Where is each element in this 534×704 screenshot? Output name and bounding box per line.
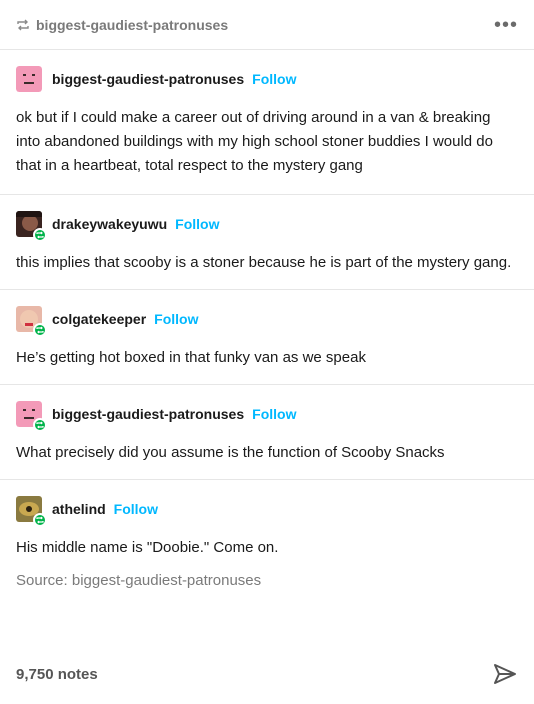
reblog-entry: athelind Follow His middle name is "Doob…: [0, 480, 534, 566]
post-footer: 9,750 notes: [0, 644, 534, 704]
reblog-badge-icon: [33, 513, 47, 527]
entry-header: athelind Follow: [16, 480, 518, 527]
follow-button[interactable]: Follow: [114, 501, 158, 517]
avatar[interactable]: [16, 211, 47, 242]
entry-text: this implies that scooby is a stoner bec…: [16, 254, 512, 271]
avatar[interactable]: [16, 306, 47, 337]
reblog-badge-icon: [33, 323, 47, 337]
entry-header: biggest-gaudiest-patronuses Follow: [16, 50, 518, 92]
avatar[interactable]: [16, 496, 47, 527]
follow-button[interactable]: Follow: [175, 216, 219, 232]
entry-text: He’s getting hot boxed in that funky van…: [16, 349, 366, 366]
username[interactable]: biggest-gaudiest-patronuses: [52, 71, 244, 87]
entry-text: ok but if I could make a career out of d…: [16, 109, 493, 174]
entry-header: drakeywakeyuwu Follow: [16, 195, 518, 242]
post-header: biggest-gaudiest-patronuses •••: [0, 0, 534, 50]
follow-button[interactable]: Follow: [252, 406, 296, 422]
avatar[interactable]: [16, 401, 47, 432]
follow-button[interactable]: Follow: [154, 311, 198, 327]
reblog-icon: [16, 18, 30, 32]
reblog-entry: drakeywakeyuwu Follow this implies that …: [0, 195, 534, 290]
notes-count[interactable]: 9,750 notes: [16, 666, 98, 683]
more-options-button[interactable]: •••: [494, 15, 518, 35]
entry-text: What precisely did you assume is the fun…: [16, 444, 445, 461]
tumblr-post: biggest-gaudiest-patronuses ••• biggest-…: [0, 0, 534, 704]
reblog-entry: colgatekeeper Follow He’s getting hot bo…: [0, 290, 534, 385]
entry-text: His middle name is "Doobie." Come on.: [16, 539, 279, 556]
pink-face-avatar-icon: [16, 66, 42, 92]
share-icon[interactable]: [492, 661, 518, 687]
reblog-badge-icon: [33, 228, 47, 242]
avatar[interactable]: [16, 66, 42, 92]
reblog-entry: biggest-gaudiest-patronuses Follow ok bu…: [0, 50, 534, 195]
reblog-entry: biggest-gaudiest-patronuses Follow What …: [0, 385, 534, 480]
follow-button[interactable]: Follow: [252, 71, 296, 87]
username[interactable]: colgatekeeper: [52, 311, 146, 327]
reblogged-from-link[interactable]: biggest-gaudiest-patronuses: [36, 17, 228, 33]
entry-header: colgatekeeper Follow: [16, 290, 518, 337]
username[interactable]: drakeywakeyuwu: [52, 216, 167, 232]
reblog-badge-icon: [33, 418, 47, 432]
entry-header: biggest-gaudiest-patronuses Follow: [16, 385, 518, 432]
username[interactable]: athelind: [52, 501, 106, 517]
source-link[interactable]: Source: biggest-gaudiest-patronuses: [0, 566, 534, 589]
username[interactable]: biggest-gaudiest-patronuses: [52, 406, 244, 422]
